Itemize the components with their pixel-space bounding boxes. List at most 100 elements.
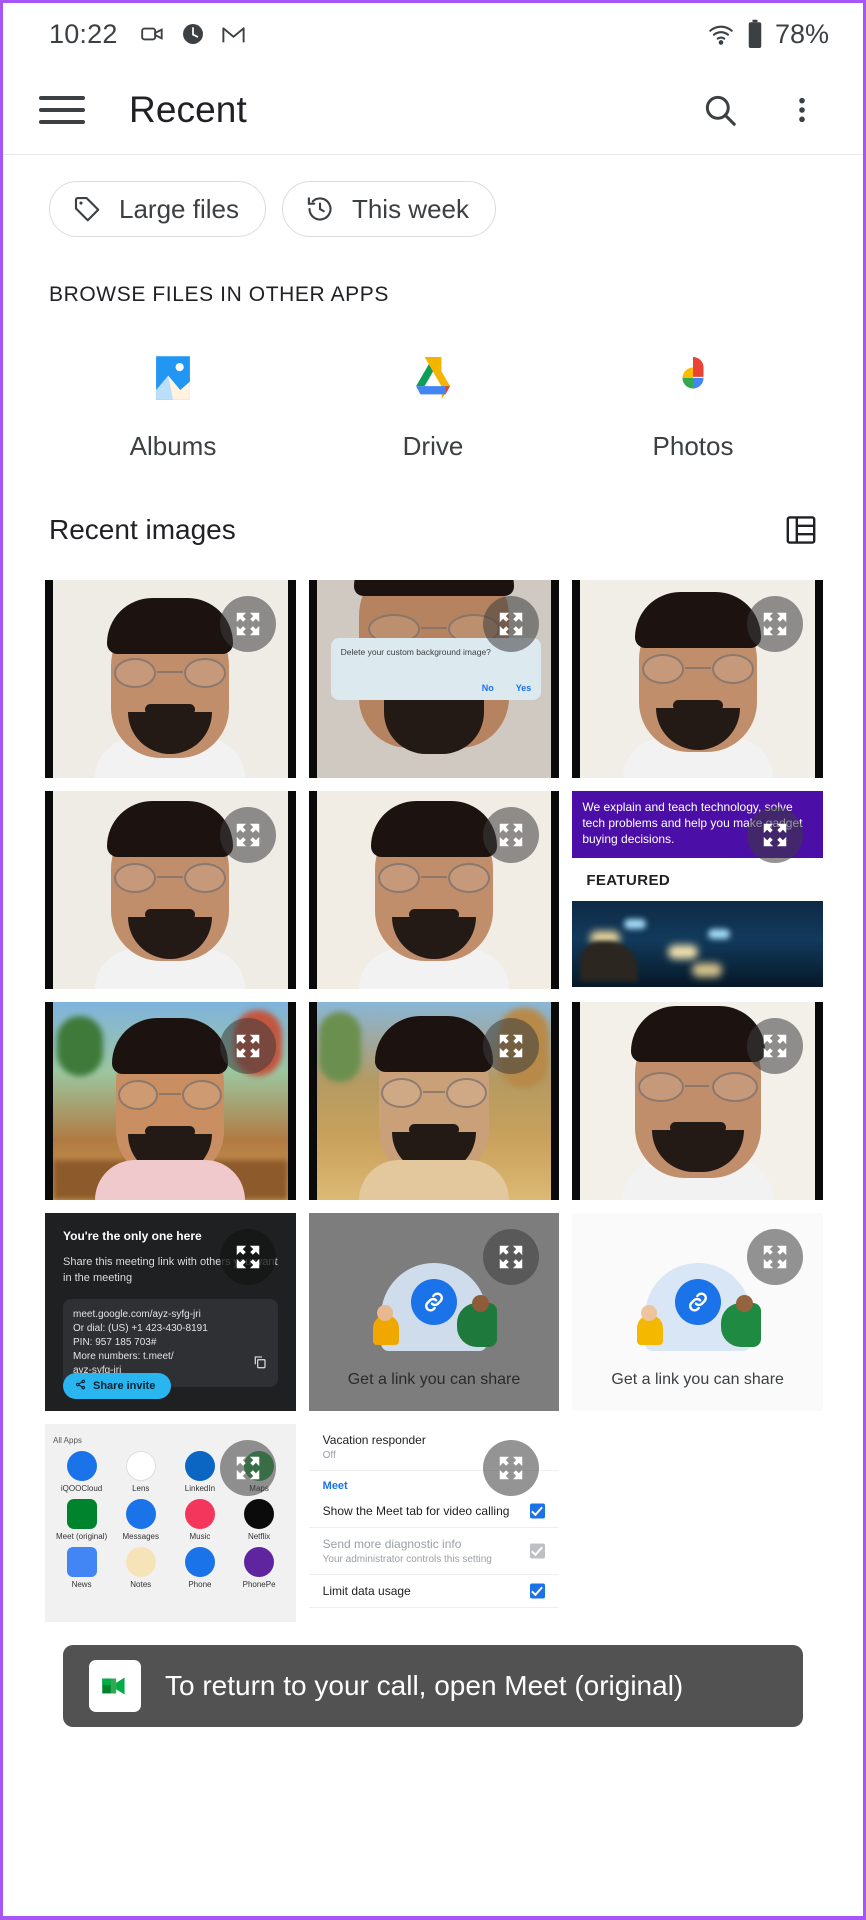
history-clock-icon: [305, 194, 335, 224]
expand-icon[interactable]: [747, 807, 803, 863]
expand-icon[interactable]: [219, 1229, 276, 1285]
expand-icon[interactable]: [483, 1229, 540, 1285]
app-shortcut-label: Photos: [652, 431, 734, 461]
app-drawer-item[interactable]: Meet (original): [53, 1499, 110, 1541]
list-view-icon[interactable]: [779, 508, 823, 552]
image-tile[interactable]: [45, 791, 296, 989]
image-tile[interactable]: Get a link you can share: [572, 1213, 823, 1411]
app-shortcuts-row: Albums Drive Photos: [3, 307, 863, 462]
image-tile[interactable]: [308, 1002, 560, 1200]
toast-notification: To return to your call, open Meet (origi…: [63, 1645, 803, 1727]
share-invite-label: Share invite: [93, 1380, 156, 1392]
settings-checkbox[interactable]: [530, 1503, 546, 1519]
app-shortcut-photos[interactable]: Photos: [563, 347, 823, 462]
hamburger-menu-icon[interactable]: [39, 93, 85, 127]
battery-percent: 78%: [774, 18, 829, 49]
tag-icon: [72, 194, 102, 224]
google-drive-icon: [402, 347, 464, 409]
settings-row[interactable]: Limit data usage: [308, 1575, 560, 1608]
toast-message: To return to your call, open Meet (origi…: [165, 1670, 684, 1701]
browse-files-caption: BROWSE FILES IN OTHER APPS: [49, 283, 390, 306]
featured-label: FEATURED: [586, 871, 671, 889]
recent-images-title: Recent images: [49, 514, 236, 545]
expand-icon[interactable]: [219, 807, 276, 863]
image-tile[interactable]: [572, 580, 823, 778]
app-drawer-item[interactable]: Messages: [112, 1499, 169, 1541]
app-drawer-item[interactable]: iQOOCloud: [53, 1451, 110, 1493]
phone-screen: 10:22 78% Recent Large files This week B…: [0, 0, 866, 1920]
app-shortcut-label: Albums: [129, 431, 217, 461]
expand-icon[interactable]: [747, 596, 803, 652]
chip-large-files[interactable]: Large files: [49, 181, 266, 237]
settings-checkbox[interactable]: [530, 1583, 546, 1599]
settings-row[interactable]: Show the Meet tab for video calling: [308, 1495, 560, 1528]
settings-row: Send more diagnostic info Your administr…: [308, 1528, 560, 1575]
meet-link-line: More numbers: t.meet/: [73, 1350, 174, 1362]
copy-icon[interactable]: [252, 1354, 268, 1375]
image-tile[interactable]: Delete your custom background image? No …: [308, 580, 560, 778]
gmail-icon: [220, 21, 247, 48]
app-drawer-item[interactable]: Music: [171, 1499, 228, 1541]
app-drawer-item[interactable]: Netflix: [230, 1499, 287, 1541]
app-shortcut-drive[interactable]: Drive: [303, 347, 563, 462]
app-drawer-item[interactable]: PhonePe: [230, 1547, 287, 1589]
google-photos-icon: [662, 347, 724, 409]
chip-label: This week: [351, 193, 470, 224]
image-tile[interactable]: All Apps iQOOCloud Lens LinkedIn Meet (o…: [45, 1424, 296, 1622]
expand-icon[interactable]: [483, 1440, 540, 1496]
expand-icon[interactable]: [219, 1018, 276, 1074]
app-shortcut-albums[interactable]: Albums: [43, 347, 303, 462]
meet-link-line: PIN: 957 185 703#: [73, 1336, 157, 1348]
featured-photo: [572, 900, 823, 987]
link-share-caption: Get a link you can share: [347, 1371, 521, 1388]
share-invite-button[interactable]: Share invite: [63, 1373, 172, 1399]
image-tile[interactable]: [308, 791, 560, 989]
app-drawer-item[interactable]: News: [53, 1547, 110, 1589]
share-icon: [75, 1379, 86, 1393]
app-bar-actions: [693, 83, 829, 137]
dialog-yes-button[interactable]: Yes: [516, 683, 532, 693]
filter-chips-row: Large files This week: [3, 155, 863, 257]
image-tile[interactable]: [572, 1002, 823, 1200]
chip-this-week[interactable]: This week: [281, 181, 497, 237]
expand-icon[interactable]: [747, 1229, 803, 1285]
expand-icon[interactable]: [483, 807, 540, 863]
link-share-caption: Get a link you can share: [611, 1371, 784, 1388]
image-tile[interactable]: [572, 1424, 823, 1622]
settings-checkbox: [530, 1543, 546, 1559]
status-notification-icons: [140, 21, 247, 48]
app-shortcut-label: Drive: [402, 431, 464, 461]
image-tile[interactable]: [45, 580, 296, 778]
image-tile[interactable]: [45, 1002, 296, 1200]
page-title: Recent: [129, 88, 247, 130]
recent-images-grid: Delete your custom background image? No …: [3, 552, 863, 1622]
meet-link-line: Or dial: (US) +1 423-430-8191: [73, 1322, 208, 1334]
image-tile[interactable]: Vacation responder Off Meet Show the Mee…: [308, 1424, 560, 1622]
expand-icon[interactable]: [747, 1018, 803, 1074]
albums-image-icon: [142, 347, 204, 409]
clock-icon: [180, 21, 206, 47]
search-icon[interactable]: [693, 83, 747, 137]
expand-icon[interactable]: [219, 1440, 276, 1496]
app-drawer-item[interactable]: Lens: [112, 1451, 169, 1493]
app-drawer-item[interactable]: Notes: [112, 1547, 169, 1589]
app-bar: Recent: [3, 65, 863, 155]
chip-label: Large files: [119, 193, 239, 224]
status-bar: 10:22 78%: [3, 3, 863, 65]
more-vert-icon[interactable]: [775, 83, 829, 137]
image-tile[interactable]: You're the only one here Share this meet…: [45, 1213, 296, 1411]
image-tile[interactable]: We explain and teach technology, solve t…: [572, 791, 823, 989]
expand-icon[interactable]: [219, 596, 276, 652]
dialog-no-button[interactable]: No: [482, 683, 494, 693]
recent-images-header: Recent images: [3, 462, 863, 552]
image-tile[interactable]: Get a link you can share: [308, 1213, 560, 1411]
wifi-icon: [707, 20, 735, 48]
status-time: 10:22: [49, 18, 118, 49]
status-system-icons: 78%: [707, 19, 829, 50]
video-camera-icon: [140, 21, 166, 47]
meet-link-line: meet.google.com/ayz-syfg-jri: [73, 1308, 201, 1320]
expand-icon[interactable]: [483, 596, 540, 652]
expand-icon[interactable]: [483, 1018, 540, 1074]
app-drawer-item[interactable]: Phone: [171, 1547, 228, 1589]
meet-app-icon: [89, 1660, 141, 1712]
